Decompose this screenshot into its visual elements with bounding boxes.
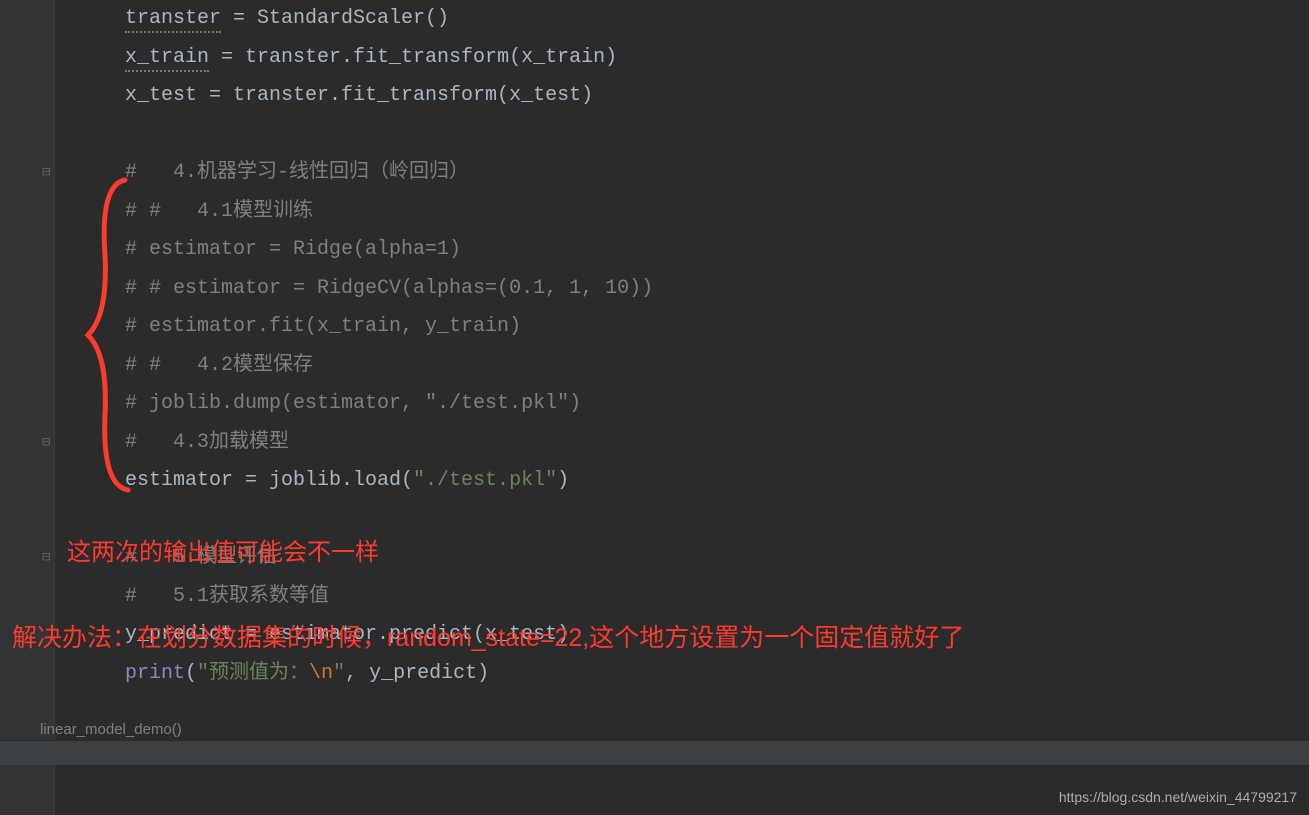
code-line[interactable]: # estimator = Ridge(alpha=1) <box>60 231 1309 270</box>
code-line[interactable]: # # 4.2模型保存 <box>60 347 1309 386</box>
code-line[interactable] <box>60 116 1309 155</box>
code-line[interactable]: # estimator.fit(x_train, y_train) <box>60 308 1309 347</box>
code-line[interactable]: transter = StandardScaler() <box>60 0 1309 39</box>
code-token: ) <box>557 469 569 492</box>
code-token: # joblib.dump(estimator, "./test.pkl") <box>125 392 581 415</box>
code-token: # # 4.2模型保存 <box>125 354 313 377</box>
code-token: # 4.机器学习-线性回归（岭回归） <box>125 161 469 184</box>
code-token: = StandardScaler() <box>221 7 449 30</box>
code-line[interactable]: print("预测值为：\n", y_predict) <box>60 655 1309 694</box>
code-token: " <box>333 662 345 685</box>
code-token: # estimator = Ridge(alpha=1) <box>125 238 461 261</box>
code-token: # estimator.fit(x_train, y_train) <box>125 315 521 338</box>
code-token: estimator = joblib.load( <box>125 469 413 492</box>
code-token: "./test.pkl" <box>413 469 557 492</box>
code-line[interactable]: x_test = transter.fit_transform(x_test) <box>60 77 1309 116</box>
annotation-text-1: 这两次的输出值可能会不一样 <box>67 532 379 567</box>
watermark-text: https://blog.csdn.net/weixin_44799217 <box>1059 789 1297 805</box>
annotation-text-2: 解决办法：在划分数据集的时候，random_state=22,这个地方设置为一个… <box>12 618 964 654</box>
code-editor[interactable]: transter = StandardScaler()x_train = tra… <box>0 0 1309 693</box>
code-token: x_test = transter.fit_transform(x_test) <box>125 84 593 107</box>
code-line[interactable]: # # 4.1模型训练 <box>60 193 1309 232</box>
code-token: print <box>125 662 185 685</box>
code-token: \n <box>309 662 333 685</box>
code-token: x_train <box>125 46 209 72</box>
code-token: transter <box>125 7 221 33</box>
code-token: ( <box>185 662 197 685</box>
code-token: = transter.fit_transform(x_train) <box>209 46 617 69</box>
code-line[interactable]: # 4.3加载模型 <box>60 424 1309 463</box>
code-token: # # estimator = RidgeCV(alphas=(0.1, 1, … <box>125 277 653 300</box>
code-token: "预测值为： <box>197 662 309 685</box>
code-token: y_predict) <box>369 662 489 685</box>
code-token: , <box>345 662 369 685</box>
code-line[interactable]: # # estimator = RidgeCV(alphas=(0.1, 1, … <box>60 270 1309 309</box>
code-line[interactable]: # 4.机器学习-线性回归（岭回归） <box>60 154 1309 193</box>
code-line[interactable]: estimator = joblib.load("./test.pkl") <box>60 462 1309 501</box>
code-token: # # 4.1模型训练 <box>125 200 313 223</box>
code-token: # 4.3加载模型 <box>125 431 289 454</box>
bottom-toolbar <box>0 740 1309 765</box>
code-line[interactable]: # 5.1获取系数等值 <box>60 578 1309 617</box>
breadcrumb[interactable]: linear_model_demo() <box>40 721 182 738</box>
code-token: # 5.1获取系数等值 <box>125 585 329 608</box>
code-line[interactable]: # joblib.dump(estimator, "./test.pkl") <box>60 385 1309 424</box>
code-line[interactable]: x_train = transter.fit_transform(x_train… <box>60 39 1309 78</box>
